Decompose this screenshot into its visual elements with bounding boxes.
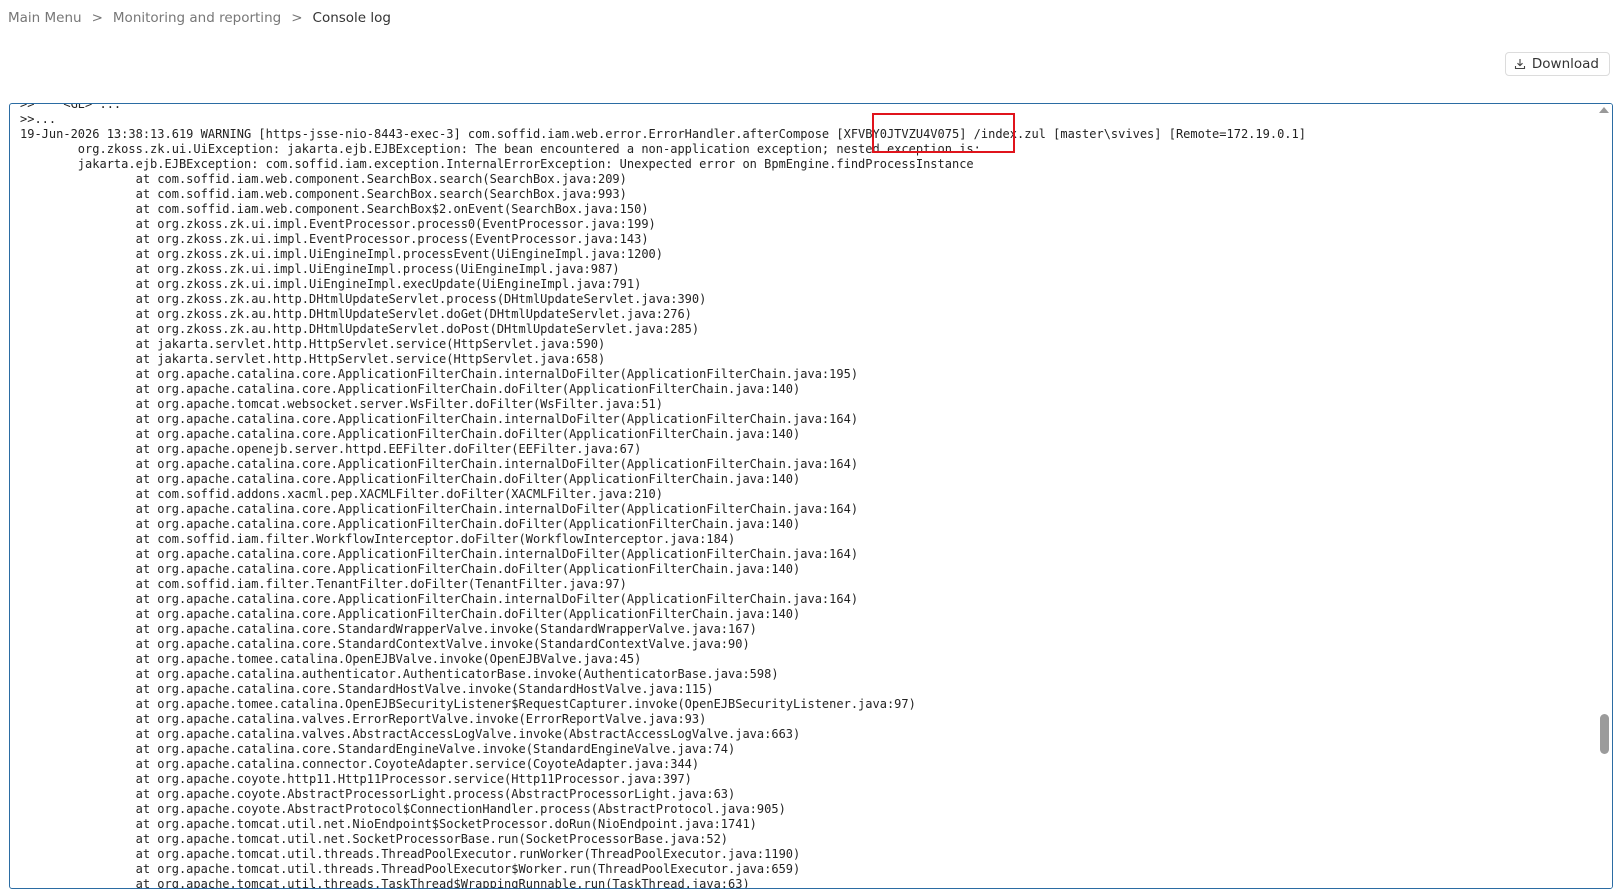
console-log-line: at org.apache.catalina.core.ApplicationF… [20,427,801,441]
console-log-line: at org.apache.tomee.catalina.OpenEJBSecu… [20,697,916,711]
console-log-line: at org.apache.coyote.AbstractProcessorLi… [20,787,736,801]
breadcrumb: Main Menu > Monitoring and reporting > C… [8,10,391,26]
console-log-line: at com.soffid.addons.xacml.pep.XACMLFilt… [20,487,663,501]
console-log-line: at org.apache.catalina.core.ApplicationF… [20,547,859,561]
console-log-line: jakarta.ejb.EJBException: com.soffid.iam… [20,157,974,171]
console-log-line: at jakarta.servlet.http.HttpServlet.serv… [20,352,606,366]
console-log-line: at org.apache.catalina.connector.CoyoteA… [20,757,700,771]
console-log-line: at com.soffid.iam.filter.TenantFilter.do… [20,577,627,591]
breadcrumb-console-log: Console log [312,10,391,26]
console-log-line: at org.apache.tomcat.websocket.server.Ws… [20,397,663,411]
breadcrumb-separator: > [291,10,303,26]
scrollbar-thumb[interactable] [1600,714,1609,754]
console-log-text: >> <GE> ... >>... 19-Jun-2026 13:38:13.619… [20,103,1592,889]
console-log-line: at org.zkoss.zk.ui.impl.UiEngineImpl.exe… [20,277,642,291]
console-log-line: at org.apache.tomcat.util.threads.Thread… [20,862,801,876]
console-log-line: at org.apache.openejb.server.httpd.EEFil… [20,442,642,456]
console-log-line: at org.apache.tomcat.util.threads.TaskTh… [20,877,750,889]
console-log-line: at org.apache.coyote.AbstractProtocol$Co… [20,802,786,816]
scroll-up-arrow-icon[interactable] [1599,107,1609,113]
console-log-line: at org.apache.catalina.authenticator.Aut… [20,667,779,681]
console-log-line: at org.apache.catalina.core.ApplicationF… [20,412,859,426]
console-log-line: at org.apache.tomcat.util.threads.Thread… [20,847,801,861]
console-log-line: at org.apache.catalina.core.StandardHost… [20,682,714,696]
console-log-line: at org.apache.catalina.core.ApplicationF… [20,382,801,396]
console-log-line: at com.soffid.iam.web.component.SearchBo… [20,187,627,201]
console-log-line: at org.apache.tomcat.util.net.SocketProc… [20,832,729,846]
breadcrumb-monitoring-and-reporting[interactable]: Monitoring and reporting [113,10,281,26]
console-log-line: at org.apache.catalina.core.ApplicationF… [20,607,801,621]
console-log-line: at jakarta.servlet.http.HttpServlet.serv… [20,337,606,351]
console-log-line: at org.zkoss.zk.ui.impl.EventProcessor.p… [20,217,656,231]
console-log-line: >>... [20,112,57,126]
console-log-line: at org.apache.catalina.core.ApplicationF… [20,457,859,471]
console-log-line: at org.apache.catalina.core.ApplicationF… [20,367,859,381]
breadcrumb-main-menu[interactable]: Main Menu [8,10,82,26]
console-log-line: at com.soffid.iam.web.component.SearchBo… [20,202,649,216]
console-log-line: at org.zkoss.zk.ui.impl.EventProcessor.p… [20,232,649,246]
console-log-line: at org.zkoss.zk.au.http.DHtmlUpdateServl… [20,307,692,321]
console-log-line: at org.apache.catalina.core.ApplicationF… [20,592,859,606]
console-log-line: at org.apache.tomee.catalina.OpenEJBValv… [20,652,642,666]
console-log-line: org.zkoss.zk.ui.UiException: jakarta.ejb… [20,142,981,156]
console-log-line: at org.apache.catalina.valves.AbstractAc… [20,727,801,741]
download-label: Download [1531,56,1599,72]
console-log-line: at org.apache.catalina.core.StandardWrap… [20,622,757,636]
console-log-line: at org.apache.coyote.http11.Http11Proces… [20,772,692,786]
breadcrumb-separator: > [91,10,103,26]
console-log-line: 19-Jun-2026 13:38:13.619 WARNING [https-… [20,127,1306,141]
console-log-line: at org.apache.catalina.core.ApplicationF… [20,562,801,576]
console-log-line: at org.apache.catalina.core.StandardEngi… [20,742,736,756]
console-log-line: at org.zkoss.zk.au.http.DHtmlUpdateServl… [20,292,707,306]
console-log-line: at com.soffid.iam.web.component.SearchBo… [20,172,627,186]
console-log-line: at org.apache.catalina.core.ApplicationF… [20,472,801,486]
console-log-panel[interactable]: >> <GE> ... >>... 19-Jun-2026 13:38:13.619… [9,103,1613,889]
console-log-line: at com.soffid.iam.filter.WorkflowInterce… [20,532,736,546]
console-log-line: at org.zkoss.zk.ui.impl.UiEngineImpl.pro… [20,262,620,276]
console-log-line: at org.zkoss.zk.au.http.DHtmlUpdateServl… [20,322,700,336]
download-icon [1514,58,1526,70]
console-log-line: at org.apache.tomcat.util.net.NioEndpoin… [20,817,757,831]
console-log-line: at org.apache.catalina.core.StandardCont… [20,637,750,651]
download-button[interactable]: Download [1504,52,1610,76]
console-log-line: at org.apache.catalina.valves.ErrorRepor… [20,712,707,726]
console-log-line: at org.apache.catalina.core.ApplicationF… [20,517,801,531]
vertical-scrollbar[interactable] [1596,104,1612,888]
console-log-line: at org.apache.catalina.core.ApplicationF… [20,502,859,516]
console-log-line: at org.zkoss.zk.ui.impl.UiEngineImpl.pro… [20,247,663,261]
console-log-line: >> <GE> ... [20,103,122,111]
